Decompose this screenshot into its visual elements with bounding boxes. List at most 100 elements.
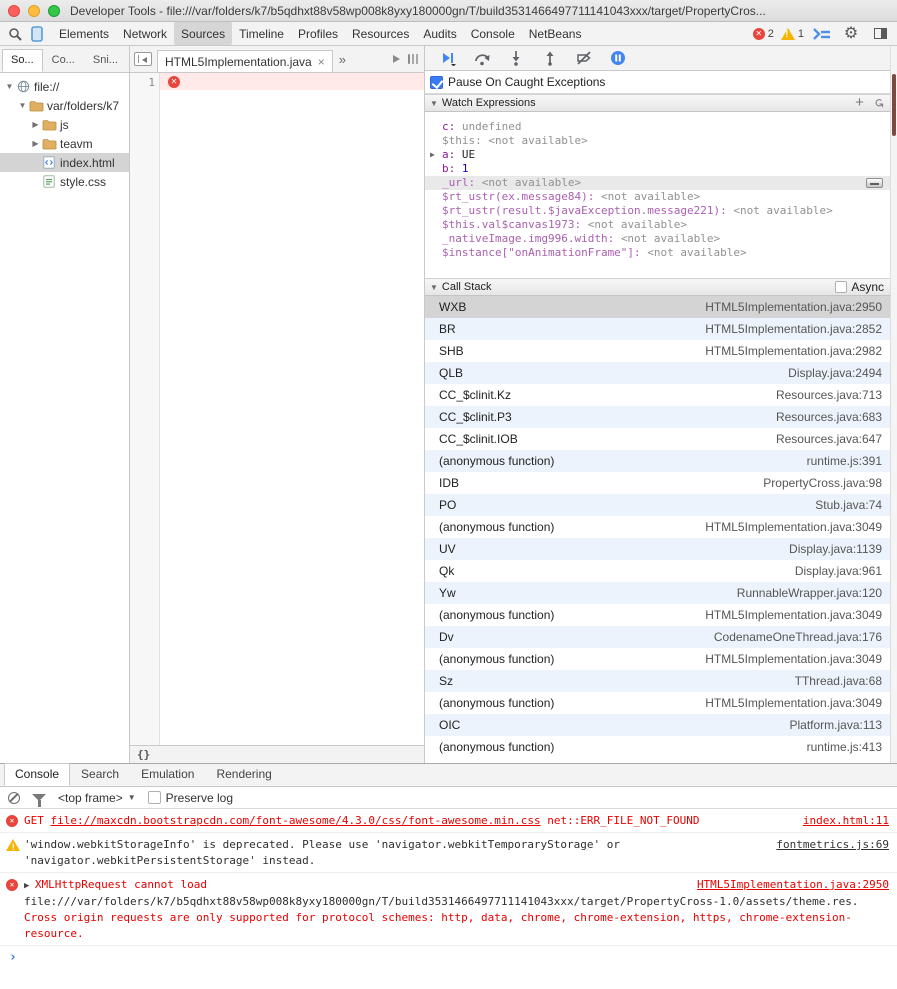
call-stack-frame[interactable]: (anonymous function)HTML5Implementation.… — [425, 648, 890, 670]
warning-count-badge[interactable]: 1 — [781, 28, 804, 40]
tree-disclosure-icon[interactable]: ▼ — [17, 101, 28, 110]
panel-scrollbar[interactable] — [890, 46, 897, 763]
message-link[interactable]: file://maxcdn.bootstrapcdn.com/font-awes… — [51, 814, 541, 827]
frame-source-location[interactable]: Resources.java:647 — [776, 432, 882, 446]
preserve-log-toggle[interactable]: Preserve log — [148, 791, 233, 805]
frame-source-location[interactable]: Platform.java:113 — [790, 718, 883, 732]
add-watch-icon[interactable]: + — [855, 97, 864, 109]
device-mode-icon[interactable] — [26, 23, 48, 45]
frame-source-location[interactable]: HTML5Implementation.java:2982 — [705, 344, 882, 358]
collapse-navigator-icon[interactable] — [134, 52, 152, 66]
frame-source-location[interactable]: runtime.js:391 — [807, 454, 882, 468]
call-stack-header[interactable]: ▼ Call Stack Async — [425, 278, 890, 296]
call-stack-frame[interactable]: DvCodenameOneThread.java:176 — [425, 626, 890, 648]
devtools-tab-profiles[interactable]: Profiles — [291, 22, 345, 45]
frame-source-location[interactable]: Resources.java:683 — [776, 410, 882, 424]
refresh-watch-icon[interactable]: ↻ — [872, 98, 886, 108]
tree-item-js[interactable]: ▶js — [0, 115, 129, 134]
frame-source-location[interactable]: Resources.java:713 — [776, 388, 882, 402]
call-stack-frame[interactable]: IDBPropertyCross.java:98 — [425, 472, 890, 494]
async-checkbox[interactable] — [835, 281, 847, 293]
tree-item-teavm[interactable]: ▶teavm — [0, 134, 129, 153]
frame-source-location[interactable]: HTML5Implementation.java:3049 — [705, 608, 882, 622]
search-icon[interactable] — [4, 23, 26, 45]
pause-on-caught-row[interactable]: Pause On Caught Exceptions — [425, 71, 890, 94]
pretty-print-icon[interactable]: {} — [137, 748, 150, 761]
call-stack-frame[interactable]: OICPlatform.java:113 — [425, 714, 890, 736]
close-tab-icon[interactable]: × — [318, 55, 325, 69]
preserve-log-checkbox[interactable] — [148, 791, 161, 804]
line-number[interactable]: 1 — [130, 76, 155, 89]
call-stack-frame[interactable]: CC_$clinit.IOBResources.java:647 — [425, 428, 890, 450]
tree-disclosure-icon[interactable]: ▼ — [4, 82, 15, 91]
pause-on-caught-checkbox[interactable] — [430, 76, 443, 89]
watch-expression-row[interactable]: $rt_ustr(ex.message84): <not available> — [425, 190, 890, 204]
scrollbar-thumb[interactable] — [892, 74, 896, 136]
settings-gear-icon[interactable]: ⚙ — [840, 23, 862, 45]
watch-expression-row[interactable]: $rt_ustr(result.$javaException.message22… — [425, 204, 890, 218]
tree-item-var-folders-k7[interactable]: ▼var/folders/k7 — [0, 96, 129, 115]
deactivate-breakpoints-icon[interactable] — [575, 49, 593, 67]
frame-source-location[interactable]: PropertyCross.java:98 — [763, 476, 882, 490]
line-number-gutter[interactable]: 1 — [130, 73, 160, 745]
delete-watch-button[interactable] — [866, 178, 883, 188]
call-stack-frame[interactable]: QkDisplay.java:961 — [425, 560, 890, 582]
drawer-tab-console[interactable]: Console — [4, 763, 70, 786]
tab-overflow-icon[interactable]: » — [339, 52, 346, 67]
clear-console-icon[interactable] — [8, 792, 20, 804]
navigator-tab[interactable]: Co... — [43, 49, 84, 72]
call-stack-frame[interactable]: YwRunnableWrapper.java:120 — [425, 582, 890, 604]
zoom-window-button[interactable] — [48, 5, 60, 17]
watch-expressions-header[interactable]: ▼ Watch Expressions + ↻ — [425, 94, 890, 112]
error-line[interactable] — [160, 73, 424, 90]
call-stack-frame[interactable]: (anonymous function)HTML5Implementation.… — [425, 692, 890, 714]
async-toggle[interactable]: Async — [835, 280, 884, 294]
filter-icon[interactable] — [32, 794, 46, 801]
tree-item-file-[interactable]: ▼file:// — [0, 77, 129, 96]
call-stack-frame[interactable]: (anonymous function)HTML5Implementation.… — [425, 516, 890, 538]
line-error-icon[interactable] — [168, 76, 180, 88]
console-drawer-icon[interactable] — [811, 23, 833, 45]
dock-side-icon[interactable] — [869, 23, 891, 45]
frame-source-location[interactable]: CodenameOneThread.java:176 — [714, 630, 882, 644]
call-stack-frame[interactable]: POStub.java:74 — [425, 494, 890, 516]
frame-selector[interactable]: <top frame> ▼ — [58, 791, 136, 805]
run-to-cursor-icon[interactable] — [393, 55, 400, 63]
editor-tab[interactable]: HTML5Implementation.java × — [157, 50, 333, 72]
frame-source-location[interactable]: RunnableWrapper.java:120 — [737, 586, 882, 600]
devtools-tab-console[interactable]: Console — [464, 22, 522, 45]
source-location-link[interactable]: HTML5Implementation.java:2950 — [697, 877, 889, 893]
source-location-link[interactable]: index.html:11 — [803, 813, 889, 829]
code-area[interactable] — [160, 73, 424, 745]
call-stack-frame[interactable]: (anonymous function)runtime.js:413 — [425, 736, 890, 758]
section-expand-icon[interactable]: ▼ — [430, 283, 438, 292]
drawer-tab-emulation[interactable]: Emulation — [130, 763, 205, 786]
call-stack-frame[interactable]: SzTThread.java:68 — [425, 670, 890, 692]
call-stack-frame[interactable]: WXBHTML5Implementation.java:2950 — [425, 296, 890, 318]
editor-body[interactable]: 1 — [130, 73, 424, 745]
watch-expression-row[interactable]: $this.val$canvas1973: <not available> — [425, 218, 890, 232]
devtools-tab-audits[interactable]: Audits — [416, 22, 463, 45]
call-stack-frame[interactable]: BRHTML5Implementation.java:2852 — [425, 318, 890, 340]
navigator-tab[interactable]: So... — [2, 49, 43, 72]
watch-expression-row[interactable]: b: 1 — [425, 162, 890, 176]
section-expand-icon[interactable]: ▼ — [430, 99, 438, 108]
watch-expression-row[interactable]: $instance["onAnimationFrame"]: <not avai… — [425, 246, 890, 260]
minimize-window-button[interactable] — [28, 5, 40, 17]
navigator-tab[interactable]: Sni... — [84, 49, 127, 72]
watch-expression-row[interactable]: _url: <not available> — [425, 176, 890, 190]
call-stack-frame[interactable]: CC_$clinit.KzResources.java:713 — [425, 384, 890, 406]
console-prompt[interactable]: › — [0, 946, 897, 969]
step-over-icon[interactable] — [473, 49, 491, 67]
watch-expression-row[interactable]: ▶a: UE — [425, 148, 890, 162]
watch-expression-row[interactable]: $this: <not available> — [425, 134, 890, 148]
pause-on-exceptions-icon[interactable] — [609, 49, 627, 67]
call-stack-frame[interactable]: SHBHTML5Implementation.java:2982 — [425, 340, 890, 362]
devtools-tab-timeline[interactable]: Timeline — [232, 22, 291, 45]
call-stack-frame[interactable]: (anonymous function)HTML5Implementation.… — [425, 604, 890, 626]
tree-item-index-html[interactable]: index.html — [0, 153, 129, 172]
step-out-icon[interactable] — [541, 49, 559, 67]
call-stack-frame[interactable]: UVDisplay.java:1139 — [425, 538, 890, 560]
frame-source-location[interactable]: Stub.java:74 — [815, 498, 882, 512]
devtools-tab-resources[interactable]: Resources — [345, 22, 416, 45]
